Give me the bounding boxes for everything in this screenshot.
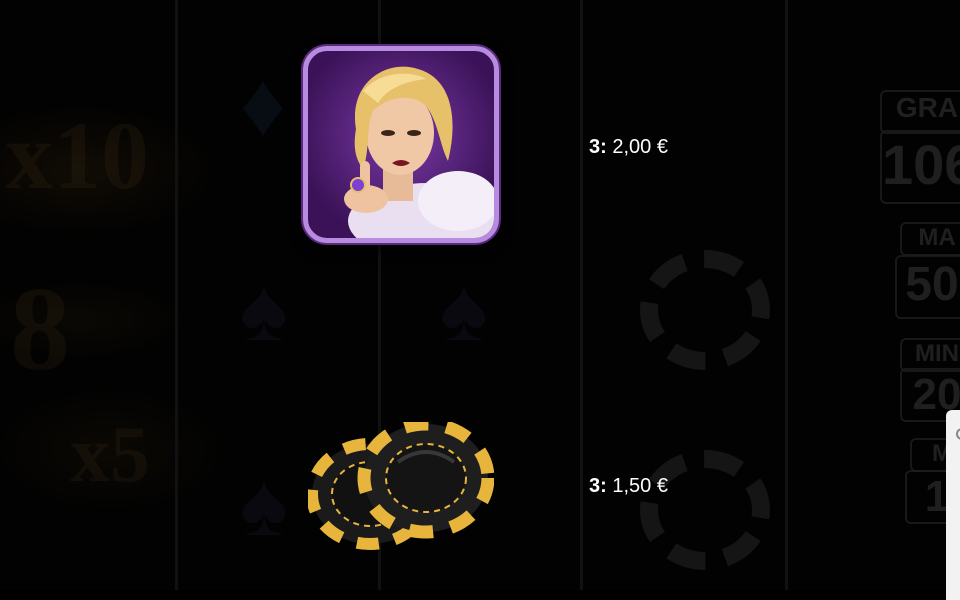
panel-handle-icon bbox=[956, 428, 960, 440]
bg-multiplier: x10 bbox=[5, 102, 149, 209]
payout-value: 2,00 € bbox=[612, 136, 668, 158]
bg-multiplier: 8 bbox=[10, 262, 70, 395]
jackpot-plate: MA bbox=[900, 222, 960, 256]
reel-divider bbox=[580, 0, 583, 590]
symbol-count: 3: bbox=[589, 475, 607, 497]
casino-chips-icon bbox=[306, 417, 495, 550]
side-panel-tab[interactable] bbox=[946, 410, 960, 600]
reel-divider bbox=[175, 0, 178, 590]
spade-icon: ♠ bbox=[240, 455, 288, 555]
jackpot-plate: 106 bbox=[880, 130, 960, 204]
symbol-count: 3: bbox=[589, 136, 607, 158]
payout-value: 1,50 € bbox=[612, 475, 668, 497]
woman-portrait-icon bbox=[344, 66, 494, 238]
jackpot-plate: MIN bbox=[900, 338, 960, 372]
payout-row: 3: 1,50 € bbox=[589, 475, 668, 498]
chip-icon bbox=[640, 250, 770, 370]
casino-chips-symbol bbox=[306, 417, 495, 552]
diamond-icon: ♦ bbox=[240, 55, 286, 155]
jackpot-plate: 50 bbox=[895, 255, 960, 319]
payout-row: 3: 2,00 € bbox=[589, 136, 668, 159]
spade-icon: ♠ bbox=[240, 260, 288, 360]
chip-icon bbox=[640, 450, 770, 570]
blonde-woman-symbol bbox=[303, 46, 499, 243]
spade-icon: ♠ bbox=[440, 260, 488, 360]
bg-multiplier: x5 bbox=[70, 411, 150, 499]
jackpot-plate: GRA bbox=[880, 90, 960, 134]
reel-divider bbox=[785, 0, 788, 590]
